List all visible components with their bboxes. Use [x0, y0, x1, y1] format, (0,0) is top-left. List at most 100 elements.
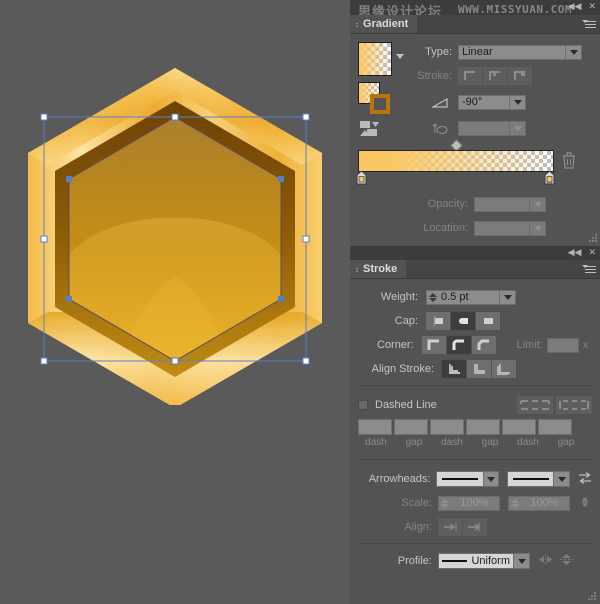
stroke-weight-row: Weight: 0.5 pt — [358, 287, 592, 307]
tab-gradient[interactable]: ↕ Gradient — [350, 15, 418, 33]
profile-dropdown-button[interactable] — [514, 553, 530, 569]
chevron-down-icon — [396, 54, 404, 59]
gradient-angle-input[interactable]: -90° — [458, 94, 510, 110]
stroke-limit-label: Limit: — [516, 339, 543, 351]
gradient-opacity-label: Opacity: — [427, 198, 468, 210]
gradient-location-row: Location: — [410, 218, 592, 238]
arrowhead-start-dropdown[interactable] — [483, 471, 500, 487]
gradient-type-select[interactable]: Linear — [458, 44, 566, 60]
chevron-down-icon — [582, 265, 588, 268]
dash-field-1[interactable] — [358, 419, 392, 435]
scale-end-input: 100% — [520, 495, 570, 511]
extend-arrow-beyond-end-button — [438, 518, 462, 536]
gradient-opacity-row: Opacity: — [410, 194, 592, 214]
arrowheads-row: Arrowheads: — [358, 469, 592, 489]
gradient-fill-dropdown[interactable] — [396, 54, 404, 59]
gradient-stop-start[interactable] — [356, 170, 367, 185]
close-panel-icon[interactable]: ✕ — [588, 1, 596, 11]
profile-label: Profile: — [397, 555, 432, 567]
resize-grip-icon[interactable] — [588, 592, 597, 601]
chevron-down-icon — [503, 294, 512, 300]
preserve-dash-lengths-button[interactable] — [517, 396, 553, 414]
stroke-weight-input[interactable]: 0.5 pt — [438, 289, 500, 305]
stroke-cap-label: Cap: — [394, 315, 418, 327]
close-stroke-panel-icon[interactable]: ✕ — [588, 247, 596, 257]
dash-fields — [358, 419, 572, 435]
stroke-profile-row: Profile: Uniform — [358, 551, 592, 571]
collapse-stroke-panel-icon[interactable]: ◀◀ — [568, 247, 582, 257]
arrowhead-end-dropdown[interactable] — [554, 471, 570, 487]
fill-stroke-swatch[interactable] — [358, 82, 390, 114]
gap-field-1[interactable] — [394, 419, 428, 435]
gradient-ramp[interactable] — [358, 150, 554, 172]
gradient-aspect-dropdown-button — [510, 120, 526, 136]
chevron-down-icon — [513, 125, 522, 131]
gradient-panel: ↕ Gradient Type: Linear Stroke: -90° Opa… — [350, 15, 600, 245]
gap-field-3[interactable] — [538, 419, 572, 435]
align-center-button[interactable] — [442, 360, 466, 378]
stroke-corner-row: Corner: Limit: x — [358, 335, 592, 355]
arrowhead-end-select[interactable] — [507, 471, 555, 487]
stroke-weight-stepper[interactable] — [426, 289, 438, 305]
tab-stroke[interactable]: ↕ Stroke — [350, 260, 407, 278]
stroke-along-button — [483, 67, 507, 85]
round-cap-button[interactable] — [451, 312, 475, 330]
aspect-ratio-icon — [410, 122, 452, 135]
gradient-library-icon[interactable] — [360, 120, 382, 141]
divider — [358, 543, 592, 544]
gradient-opacity-dropdown-button — [530, 196, 546, 212]
round-join-button[interactable] — [446, 336, 471, 354]
align-inside-button[interactable] — [467, 360, 491, 378]
dash-field-2[interactable] — [430, 419, 464, 435]
gradient-type-dropdown-button[interactable] — [566, 44, 582, 60]
collapse-panel-icon[interactable]: ◀◀ — [568, 1, 582, 11]
illustrator-window: 思缘设计论坛 WWW.MISSYUAN.COM ◀◀ ✕ ↕ Gradient — [0, 0, 600, 604]
gradient-stroke-label: Stroke: — [417, 70, 452, 82]
flip-across-icon[interactable] — [538, 553, 553, 569]
swap-arrowheads-icon[interactable] — [578, 471, 592, 488]
trash-icon[interactable] — [562, 152, 576, 172]
divider — [358, 385, 592, 386]
stroke-limit-input — [546, 337, 580, 353]
artboard-canvas[interactable] — [0, 0, 350, 604]
stroke-corner-label: Corner: — [376, 339, 414, 351]
align-dashes-to-corners-button[interactable] — [556, 396, 592, 414]
stroke-panel-menu-icon[interactable] — [582, 264, 596, 274]
align-outside-button[interactable] — [492, 360, 516, 378]
dash-field-3[interactable] — [502, 419, 536, 435]
dashed-line-checkbox[interactable] — [358, 400, 368, 410]
hexagon-artwork[interactable] — [0, 55, 350, 405]
arrowhead-start-select[interactable] — [436, 471, 484, 487]
flip-along-icon[interactable] — [559, 553, 574, 569]
gradient-location-input — [474, 220, 530, 236]
gradient-stop-end[interactable] — [544, 170, 555, 185]
gradient-panel-body: Type: Linear Stroke: -90° Opacity: Locat… — [350, 34, 600, 245]
chevron-down-icon — [582, 20, 588, 23]
divider — [358, 459, 592, 460]
gradient-angle-dropdown-button[interactable] — [510, 94, 526, 110]
stroke-swatch-small[interactable] — [370, 94, 390, 114]
resize-grip-icon[interactable] — [589, 234, 598, 243]
stroke-within-button — [458, 67, 482, 85]
bevel-join-button[interactable] — [471, 336, 496, 354]
gradient-type-row: Type: Linear — [410, 42, 592, 62]
tab-stroke-label: Stroke — [363, 263, 398, 275]
chevron-down-icon — [517, 558, 526, 564]
chevron-down-icon — [569, 49, 578, 55]
no-arrowhead-icon — [512, 478, 549, 480]
gradient-slider[interactable] — [356, 139, 555, 185]
profile-select[interactable]: Uniform — [438, 553, 514, 569]
gradient-ramp-fill — [359, 151, 553, 171]
gradient-panel-menu-icon[interactable] — [582, 19, 596, 29]
miter-join-button[interactable] — [421, 336, 446, 354]
stroke-panel-title-bar: ◀◀ ✕ — [350, 246, 600, 260]
gap-label-2: gap — [481, 437, 499, 448]
projecting-cap-button[interactable] — [476, 312, 500, 330]
profile-value: Uniform — [471, 555, 510, 567]
panel-column: 思缘设计论坛 WWW.MISSYUAN.COM ◀◀ ✕ ↕ Gradient — [350, 0, 600, 604]
scale-end-stepper — [508, 495, 520, 511]
butt-cap-button[interactable] — [426, 312, 450, 330]
stroke-weight-dropdown-button[interactable] — [500, 289, 516, 305]
gap-field-2[interactable] — [466, 419, 500, 435]
gradient-fill-swatch[interactable] — [358, 42, 392, 76]
